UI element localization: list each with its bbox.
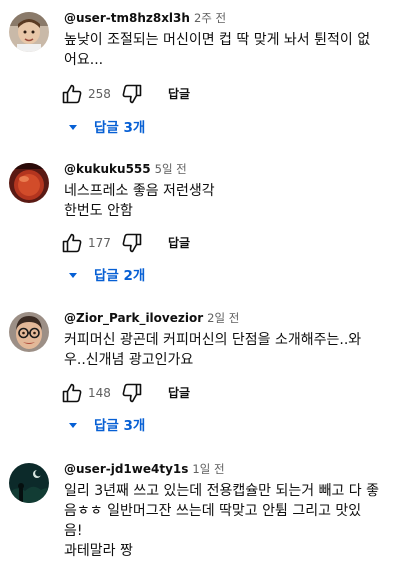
- thumbs-down-icon[interactable]: [120, 381, 144, 405]
- reply-button[interactable]: 답글: [168, 385, 190, 401]
- comment-line: 우..신개념 광고인가요: [64, 352, 194, 368]
- author-name[interactable]: @user-jd1we4ty1s: [64, 462, 188, 476]
- thumbs-up-icon[interactable]: [60, 381, 84, 405]
- like-count: 177: [88, 236, 111, 250]
- replies-label: 답글 3개: [94, 418, 146, 434]
- avatar[interactable]: [9, 463, 49, 503]
- comment-line: 네스프레소 좋음 저런생각: [64, 183, 215, 199]
- caret-down-icon: [69, 273, 77, 278]
- view-replies-button[interactable]: 답글 2개: [64, 264, 264, 288]
- replies-label: 답글 3개: [94, 120, 146, 136]
- comment-line: 음!: [64, 523, 83, 539]
- thumbs-up-icon[interactable]: [60, 231, 84, 255]
- comment-time[interactable]: 2주 전: [194, 11, 226, 25]
- avatar[interactable]: [9, 12, 49, 52]
- caret-down-icon: [69, 125, 77, 130]
- comment-text: 높낮이 조절되는 머신이면 컵 딱 맞게 놔서 튄적이 없 어요...: [64, 30, 404, 70]
- author-name[interactable]: @user-tm8hz8xl3h: [64, 11, 190, 25]
- comment-time[interactable]: 5일 전: [155, 162, 187, 176]
- thumbs-down-icon[interactable]: [120, 82, 144, 106]
- comment-text: 네스프레소 좋음 저런생각 한번도 안함: [64, 181, 404, 221]
- caret-down-icon: [69, 423, 77, 428]
- comment-header: @kukuku555 5일 전: [64, 161, 187, 177]
- comment-line: 한번도 안함: [64, 203, 133, 219]
- comment-text: 커피머신 광곤데 커피머신의 단점을 소개해주는..와 우..신개념 광고인가요: [64, 330, 404, 370]
- avatar[interactable]: [9, 163, 49, 203]
- comment-actions: 177 답글: [60, 231, 260, 255]
- view-replies-button[interactable]: 답글 3개: [64, 116, 264, 140]
- thumbs-up-icon[interactable]: [60, 82, 84, 106]
- comment-line: 과테말라 짱: [64, 543, 133, 559]
- like-count: 148: [88, 386, 111, 400]
- comment-line: 높낮이 조절되는 머신이면 컵 딱 맞게 놔서 튄적이 없: [64, 32, 371, 48]
- comment-time[interactable]: 2일 전: [207, 311, 239, 325]
- child-photo-avatar-icon: [9, 12, 49, 52]
- reply-button[interactable]: 답글: [168, 235, 190, 251]
- author-name[interactable]: @kukuku555: [64, 162, 151, 176]
- comment-text: 일리 3년째 쓰고 있는데 전용캡슐만 되는거 빼고 다 좋 음ㅎㅎ 일반머그잔…: [64, 481, 404, 561]
- reply-button[interactable]: 답글: [168, 86, 190, 102]
- comment-header: @user-tm8hz8xl3h 2주 전: [64, 10, 226, 26]
- comment-actions: 148 답글: [60, 381, 260, 405]
- thumbs-down-icon[interactable]: [120, 231, 144, 255]
- like-count: 258: [88, 87, 111, 101]
- view-replies-button[interactable]: 답글 3개: [64, 414, 264, 438]
- comment-time[interactable]: 1일 전: [192, 462, 224, 476]
- night-scene-avatar-icon: [9, 463, 49, 503]
- comment-line: 어요...: [64, 52, 104, 68]
- comment-header: @Zior_Park_ilovezior 2일 전: [64, 310, 239, 326]
- comment-actions: 258 답글: [60, 82, 260, 106]
- avatar[interactable]: [9, 312, 49, 352]
- comment-line: 음ㅎㅎ 일반머그잔 쓰는데 딱맞고 안튐 그리고 맛있: [64, 503, 362, 519]
- replies-label: 답글 2개: [94, 268, 146, 284]
- comment-line: 일리 3년째 쓰고 있는데 전용캡슐만 되는거 빼고 다 좋: [64, 483, 379, 499]
- comment-line: 커피머신 광곤데 커피머신의 단점을 소개해주는..와: [64, 332, 362, 348]
- comment-header: @user-jd1we4ty1s 1일 전: [64, 461, 225, 477]
- author-name[interactable]: @Zior_Park_ilovezior: [64, 311, 203, 325]
- red-drink-avatar-icon: [9, 163, 49, 203]
- glasses-person-avatar-icon: [9, 312, 49, 352]
